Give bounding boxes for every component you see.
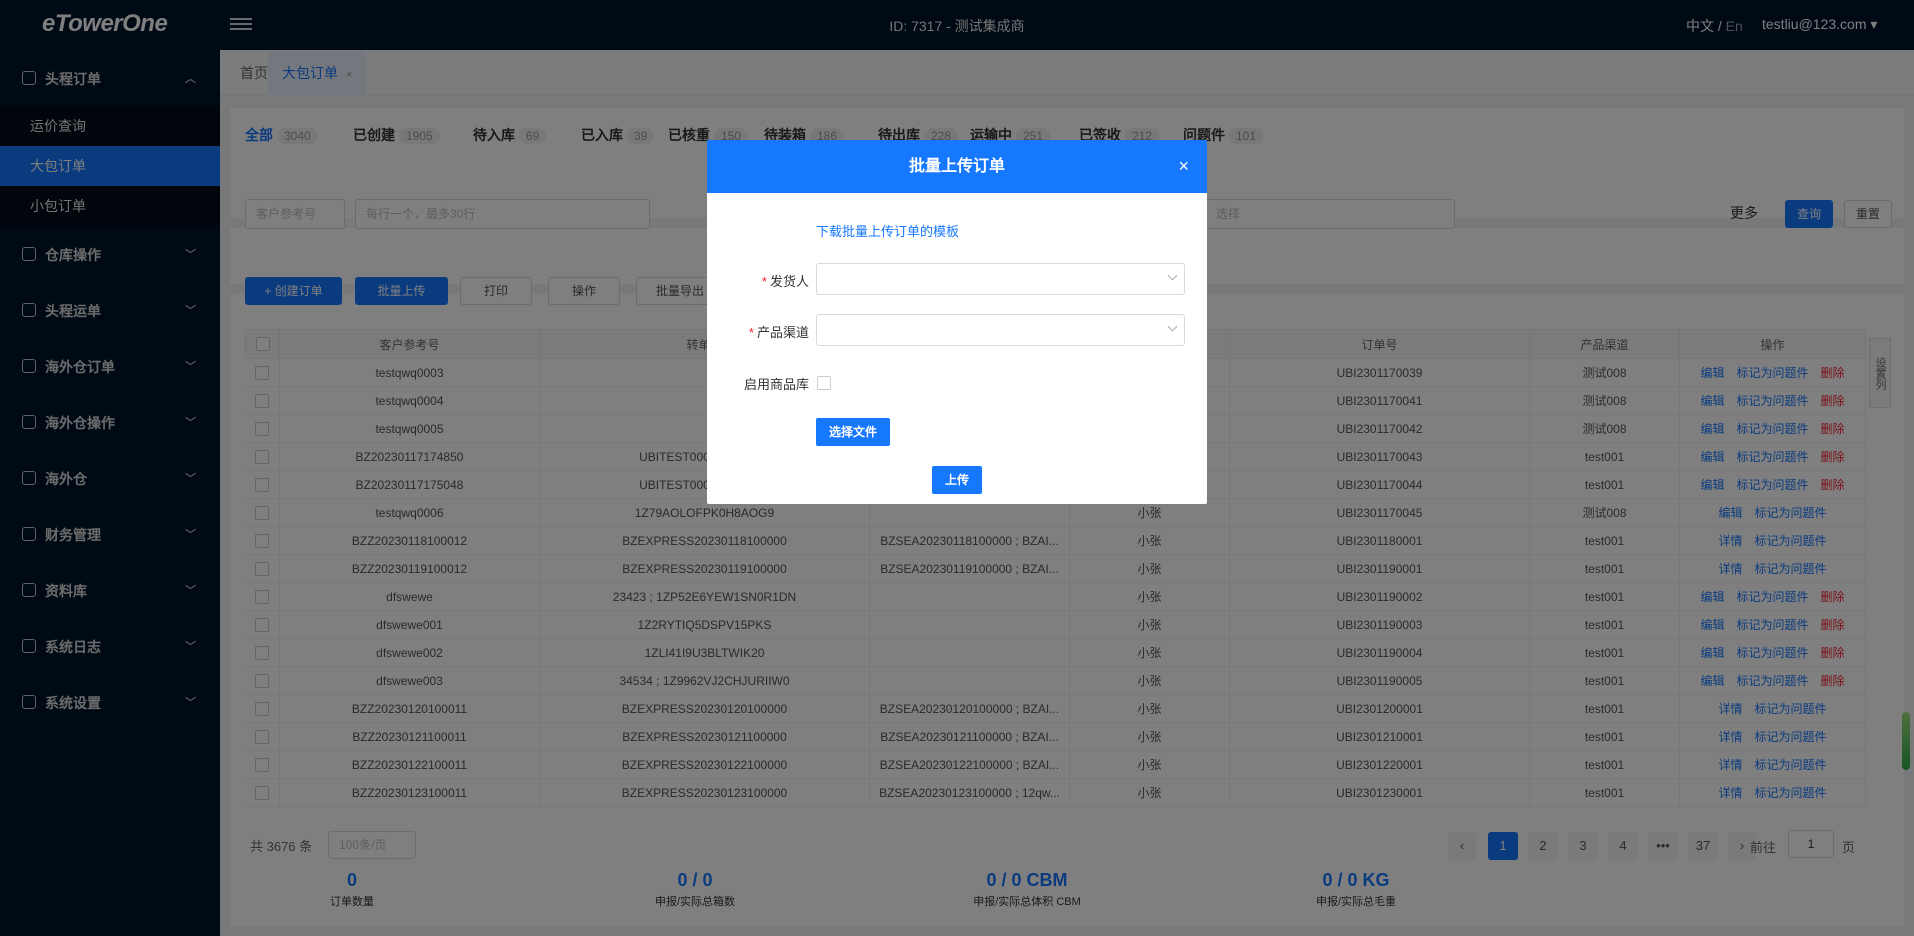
bulk-upload-modal: 批量上传订单 × 下载批量上传订单的模板 * 发货人 * 产品渠道 启用商品库 选择… [707, 140, 1207, 504]
channel-label: * 产品渠道 [727, 322, 809, 341]
enable-catalog-label: 启用商品库 [743, 377, 809, 392]
chevron-down-icon [1167, 321, 1178, 332]
product-channel-select[interactable] [816, 314, 1185, 346]
modal-title: 批量上传订单 [908, 158, 1005, 175]
required-mark: * [748, 325, 754, 340]
close-icon[interactable]: × [1178, 140, 1189, 193]
choose-file-button[interactable]: 选择文件 [816, 418, 890, 446]
download-template-link[interactable]: 下载批量上传订单的模板 [816, 221, 959, 240]
shipper-label: * 发货人 [737, 271, 809, 290]
enable-catalog-checkbox[interactable] [817, 376, 831, 390]
shipper-label-text: 发货人 [769, 274, 809, 289]
channel-label-text: 产品渠道 [756, 325, 809, 340]
modal-header: 批量上传订单 × [707, 140, 1207, 193]
shipper-select[interactable] [816, 263, 1185, 295]
chevron-down-icon [1167, 270, 1178, 281]
upload-button[interactable]: 上传 [932, 466, 982, 494]
required-mark: * [761, 274, 767, 289]
